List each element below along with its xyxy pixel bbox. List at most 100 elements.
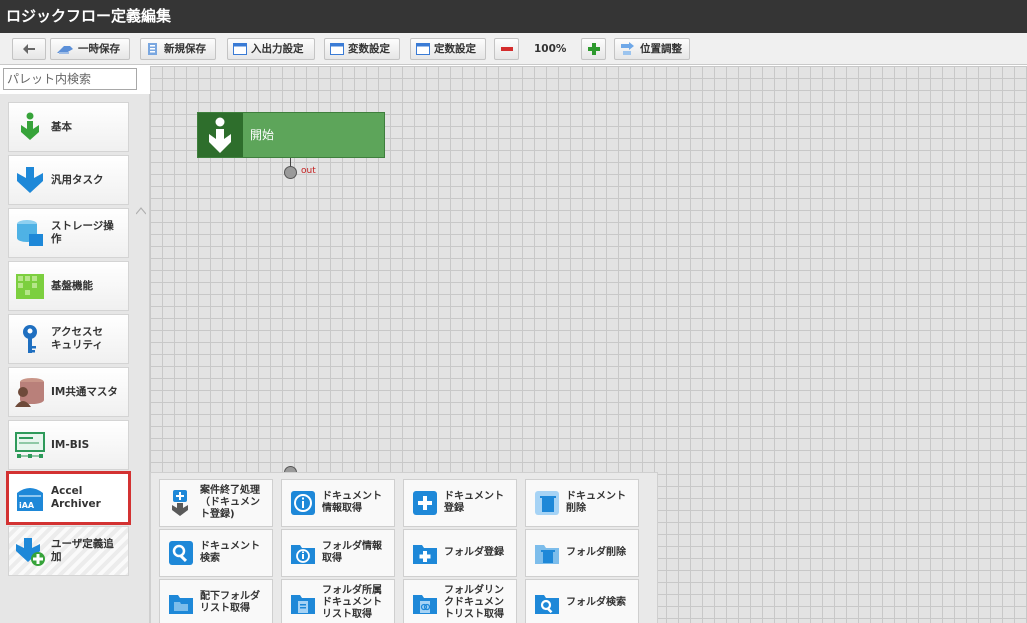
flyout-item-label: フォルダ検索	[566, 597, 626, 608]
document-search-icon	[168, 540, 194, 566]
key-icon	[15, 324, 45, 354]
folder-link-document-list-icon	[412, 590, 438, 616]
flyout-item-document-register[interactable]: ドキュメント 登録	[403, 479, 517, 527]
flyout-item-folder-delete[interactable]: フォルダ削除	[525, 529, 639, 577]
flyout-item-label: フォルダ情報 取得	[322, 541, 382, 564]
palette-category-label: ユーザ定義追 加	[51, 538, 114, 563]
zoom-out-button[interactable]	[494, 38, 519, 60]
position-adjust-button[interactable]: 位置調整	[614, 38, 690, 60]
flyout-item-label: 案件終了処理 （ドキュメン ト登録)	[200, 485, 260, 520]
subfolder-list-icon	[168, 590, 194, 616]
palette-category-label: 基本	[51, 120, 72, 133]
palette-search-input[interactable]	[3, 68, 137, 90]
out-port-label: out	[301, 166, 316, 176]
palette-category-im-common-master[interactable]: IM共通マスタ	[8, 367, 129, 417]
var-settings-label: 変数設定	[348, 43, 390, 55]
flyout-item-folder-info[interactable]: フォルダ情報 取得	[281, 529, 395, 577]
folder-register-icon	[412, 540, 438, 566]
folder-delete-icon	[534, 540, 560, 566]
flyout-item-folder-document-list[interactable]: フォルダ所属 ドキュメント リスト取得	[281, 579, 395, 623]
flyout-item-folder-register[interactable]: フォルダ登録	[403, 529, 517, 577]
flyout-item-label: フォルダ削除	[566, 547, 626, 558]
palette-category-label: 汎用タスク	[51, 173, 104, 186]
palette-category-accel-archiver[interactable]: iAA Accel Archiver	[6, 471, 131, 525]
palette-category-access-security[interactable]: アクセスセ キュリティ	[8, 314, 129, 364]
bis-flow-icon	[15, 430, 45, 460]
io-settings-button[interactable]: 入出力設定	[227, 38, 315, 60]
palette-category-user-defined-add[interactable]: ユーザ定義追 加	[8, 526, 129, 576]
flyout-item-label: ドキュメント 登録	[444, 491, 504, 514]
back-button[interactable]	[12, 38, 46, 60]
accel-archiver-flyout: 案件終了処理 （ドキュメン ト登録) ドキュメント 情報取得 ドキュメント 登録…	[150, 472, 658, 623]
temp-save-label: 一時保存	[78, 43, 120, 55]
flyout-item-document-info[interactable]: ドキュメント 情報取得	[281, 479, 395, 527]
flyout-item-document-search[interactable]: ドキュメント 検索	[159, 529, 273, 577]
flyout-item-label: フォルダ登録	[444, 547, 504, 558]
flyout-item-label: フォルダ所属 ドキュメント リスト取得	[322, 585, 382, 620]
palette-category-label: IM共通マスタ	[51, 385, 118, 398]
new-save-button[interactable]: 新規保存	[140, 38, 216, 60]
chevron-up-icon[interactable]	[135, 207, 147, 217]
zoom-level: 100%	[534, 43, 567, 55]
flyout-item-label: ドキュメント 検索	[200, 541, 260, 564]
arrow-left-icon	[23, 44, 35, 54]
flyout-item-label: フォルダリン クドキュメン トリスト取得	[444, 585, 504, 620]
position-adjust-icon	[621, 42, 634, 55]
new-save-label: 新規保存	[164, 43, 206, 55]
window-icon	[330, 43, 344, 55]
folder-search-icon	[534, 590, 560, 616]
start-down-arrow-icon	[209, 117, 231, 153]
flyout-item-label: ドキュメント 削除	[566, 491, 626, 514]
temp-save-icon	[57, 46, 73, 54]
accel-archiver-icon: iAA	[15, 483, 45, 513]
flyout-item-subfolder-list[interactable]: 配下フォルダ リスト取得	[159, 579, 273, 623]
start-node-label: 開始	[250, 128, 275, 142]
const-settings-label: 定数設定	[434, 43, 476, 55]
palette-category-generic-task[interactable]: 汎用タスク	[8, 155, 129, 205]
document-register-icon	[412, 490, 438, 516]
palette-category-label: ストレージ操 作	[51, 220, 114, 245]
flyout-item-folder-link-document-list[interactable]: フォルダリン クドキュメン トリスト取得	[403, 579, 517, 623]
database-user-icon	[15, 377, 45, 407]
storage-icon	[15, 218, 45, 248]
svg-text:iAA: iAA	[19, 501, 35, 510]
green-down-arrow-icon	[15, 112, 45, 142]
folder-document-list-icon	[290, 590, 316, 616]
temp-save-button[interactable]: 一時保存	[50, 38, 130, 60]
green-grid-icon	[15, 271, 45, 301]
io-settings-label: 入出力設定	[251, 43, 304, 55]
flyout-item-case-end[interactable]: 案件終了処理 （ドキュメン ト登録)	[159, 479, 273, 527]
palette-category-im-bis[interactable]: IM-BIS	[8, 420, 129, 470]
palette-category-storage[interactable]: ストレージ操 作	[8, 208, 129, 258]
palette-category-label: IM-BIS	[51, 438, 90, 451]
case-end-icon	[168, 490, 194, 516]
folder-info-icon	[290, 540, 316, 566]
minus-icon	[500, 47, 513, 51]
new-save-icon	[148, 43, 157, 55]
palette-category-label: アクセスセ キュリティ	[51, 326, 103, 351]
position-adjust-label: 位置調整	[640, 43, 682, 55]
start-node[interactable]: 開始	[197, 112, 385, 158]
toolbar: 一時保存 新規保存 入出力設定 変数設定 定数設定 100% 位置調整	[0, 33, 1027, 65]
flyout-item-label: 配下フォルダ リスト取得	[200, 591, 260, 614]
flyout-item-document-delete[interactable]: ドキュメント 削除	[525, 479, 639, 527]
var-settings-button[interactable]: 変数設定	[324, 38, 400, 60]
zoom-in-button[interactable]	[581, 38, 606, 60]
palette-category-label: Accel Archiver	[51, 485, 101, 510]
window-title: ロジックフロー定義編集	[0, 0, 1027, 33]
palette-category-label: 基盤機能	[51, 279, 93, 292]
window-icon	[416, 43, 430, 55]
user-defined-add-icon	[15, 536, 45, 566]
palette-category-basic[interactable]: 基本	[8, 102, 129, 152]
document-delete-icon	[534, 490, 560, 516]
flyout-item-label: ドキュメント 情報取得	[322, 491, 382, 514]
palette-panel: 基本 汎用タスク ストレージ操 作 基盤機能 アクセスセ キュリティ IM共通マ…	[0, 94, 150, 623]
document-info-icon	[290, 490, 316, 516]
plus-icon	[587, 43, 600, 55]
start-node-icon-box	[198, 113, 243, 157]
palette-category-platform[interactable]: 基盤機能	[8, 261, 129, 311]
out-port[interactable]	[284, 166, 297, 179]
window-icon	[233, 43, 247, 55]
flyout-item-folder-search[interactable]: フォルダ検索	[525, 579, 639, 623]
const-settings-button[interactable]: 定数設定	[410, 38, 486, 60]
